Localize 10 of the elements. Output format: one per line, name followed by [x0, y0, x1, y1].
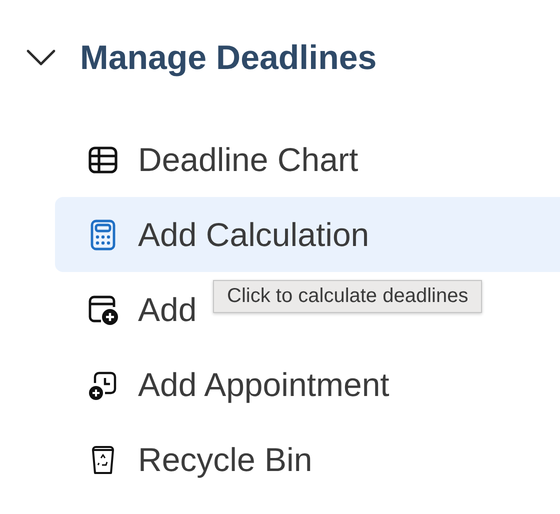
menu-item[interactable]: Add Appointment: [55, 347, 394, 422]
section-title: Manage Deadlines: [80, 38, 377, 78]
menu-item[interactable]: Add: [55, 272, 201, 347]
menu-item[interactable]: Deadline Chart: [55, 122, 362, 197]
tooltip: Click to calculate deadlines: [213, 280, 482, 313]
chevron-icon[interactable]: [26, 49, 56, 67]
menu-item[interactable]: Add Calculation: [55, 197, 560, 272]
table-icon: [87, 144, 119, 176]
menu-item[interactable]: Recycle Bin: [55, 422, 316, 497]
calendar-add-icon: [87, 294, 119, 326]
